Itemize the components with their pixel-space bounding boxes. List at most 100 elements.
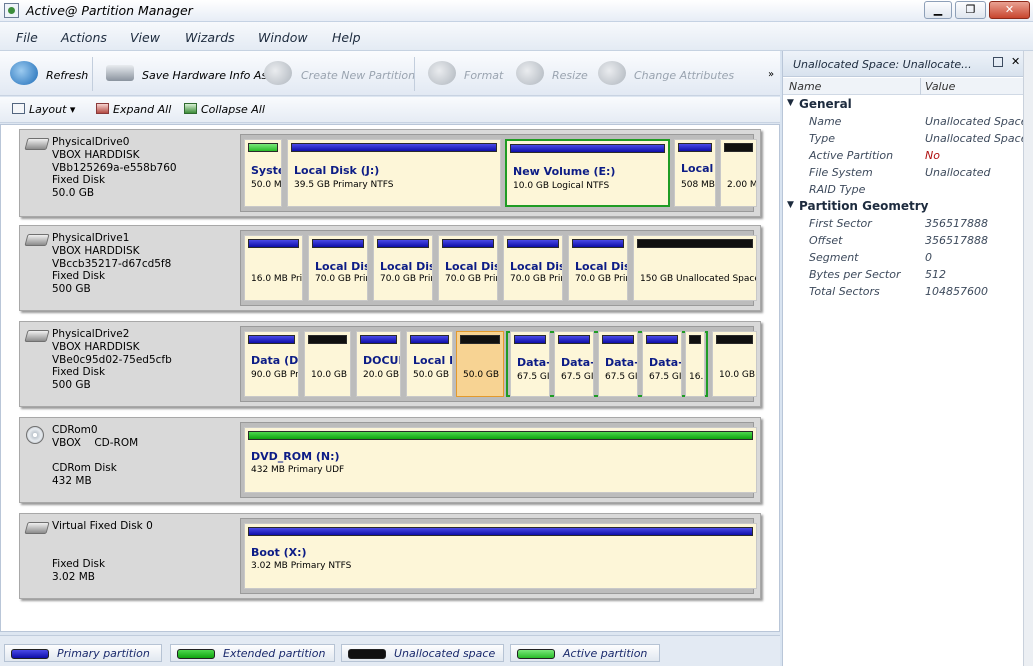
- legend-swatch: [517, 649, 555, 659]
- partition-name: DVD_ROM (N:): [251, 450, 340, 463]
- category-partition-geometry[interactable]: ▼ Partition Geometry: [783, 198, 1024, 215]
- property-row[interactable]: Bytes per Sector 512: [783, 266, 1024, 283]
- partition-block[interactable]: Local Disl 70.0 GB Prin: [503, 235, 563, 301]
- partition-block[interactable]: 10.0 GB: [712, 331, 757, 397]
- vertical-scrollbar[interactable]: [1023, 51, 1033, 666]
- resize-label: Resize: [552, 69, 588, 82]
- disk-row-cdrom0[interactable]: CDRom0 VBOX CD-ROM CDRom Disk 432 MB DVD…: [19, 417, 761, 503]
- partition-name: Local Disl: [575, 260, 627, 273]
- chevron-down-icon: ▾: [66, 103, 76, 116]
- column-divider[interactable]: [920, 78, 921, 95]
- property-name: First Sector: [809, 217, 872, 230]
- partition-block[interactable]: Local Disl 70.0 GB Prin: [568, 235, 628, 301]
- collapse-all-button[interactable]: Collapse All: [184, 103, 265, 116]
- partition-details: 67.5 GI: [605, 372, 638, 382]
- partition-details: 50.0 GB: [463, 370, 500, 380]
- partition-block[interactable]: Data (D:) 90.0 GB Pri: [244, 331, 299, 397]
- property-row[interactable]: RAID Type: [783, 181, 1024, 198]
- menu-wizards[interactable]: Wizards: [185, 30, 235, 45]
- partition-block[interactable]: Local Disk (J:) 39.5 GB Primary NTFS: [287, 139, 501, 207]
- partition-block[interactable]: DVD_ROM (N:) 432 MB Primary UDF: [244, 427, 757, 493]
- disk-row-physicaldrive2[interactable]: PhysicalDrive2 VBOX HARDDISK VBe0c95d02-…: [19, 321, 761, 407]
- format-button[interactable]: Format: [428, 59, 508, 89]
- property-row[interactable]: Active Partition No: [783, 147, 1024, 164]
- property-name: Name: [809, 115, 842, 128]
- menu-view[interactable]: View: [130, 30, 160, 45]
- disk-row-physicaldrive1[interactable]: PhysicalDrive1 VBOX HARDDISK VBccb35217-…: [19, 225, 761, 311]
- partition-type-bar: [377, 239, 429, 248]
- partition-block[interactable]: Local Disl 70.0 GB Prin: [373, 235, 433, 301]
- property-name: Segment: [809, 251, 859, 264]
- property-value: Unallocated: [925, 166, 991, 179]
- menu-window[interactable]: Window: [258, 30, 308, 45]
- toolbar-overflow-icon[interactable]: »: [768, 69, 774, 80]
- partition-details: 67.5 GI: [649, 372, 682, 382]
- property-row[interactable]: Name Unallocated Space: [783, 113, 1027, 130]
- partition-block[interactable]: 10.0 GB: [304, 331, 351, 397]
- hard-disk-icon: [24, 234, 50, 246]
- property-row[interactable]: First Sector 356517888: [783, 215, 1024, 232]
- cd-rom-icon: [26, 426, 44, 444]
- partition-strip: Data (D:) 90.0 GB Pri 10.0 GB DOCUM 20.0…: [240, 326, 757, 402]
- layout-dropdown[interactable]: Layout ▾: [12, 103, 75, 116]
- column-name[interactable]: Name: [789, 80, 821, 93]
- save-hardware-info-label: Save Hardware Info As: [142, 69, 268, 82]
- partition-block[interactable]: DOCUM 20.0 GB: [356, 331, 401, 397]
- partition-block[interactable]: 150 GB Unallocated Space: [633, 235, 757, 301]
- partition-block[interactable]: 2.00 M: [720, 139, 757, 207]
- partition-type-bar: [410, 335, 449, 344]
- partition-name: Local: [681, 162, 714, 175]
- partition-block[interactable]: Local Disl 70.0 GB Prin: [308, 235, 368, 301]
- expand-all-button[interactable]: Expand All: [96, 103, 171, 116]
- partition-block[interactable]: Local D 50.0 GB: [406, 331, 453, 397]
- partition-name: Data-: [517, 356, 550, 369]
- partition-name: DOCUM: [363, 354, 400, 367]
- partition-block[interactable]: Data- 67.5 GI: [642, 331, 682, 397]
- partition-block[interactable]: Local 508 MB: [674, 139, 716, 207]
- save-hardware-info-button[interactable]: Save Hardware Info As: [106, 59, 267, 89]
- partition-details: 50.0 GB: [413, 370, 450, 380]
- view-toolbar: Layout ▾ Expand All Collapse All: [0, 97, 780, 123]
- property-row[interactable]: Offset 356517888: [783, 232, 1024, 249]
- legend-label: Active partition: [563, 647, 648, 660]
- partition-block[interactable]: Local Disl 70.0 GB Prin: [438, 235, 498, 301]
- partition-block[interactable]: Data- 67.5 GI: [598, 331, 638, 397]
- expand-all-label: Expand All: [113, 103, 172, 116]
- partition-type-bar: [646, 335, 678, 344]
- property-row[interactable]: File System Unallocated: [783, 164, 1024, 181]
- change-attributes-button[interactable]: Change Attributes: [598, 59, 734, 89]
- partition-block[interactable]: Boot (X:) 3.02 MB Primary NTFS: [244, 523, 757, 589]
- partition-details: 67.5 GI: [561, 372, 594, 382]
- partition-details: 67.5 GI: [517, 372, 550, 382]
- legend: Primary partition Extended partition Una…: [0, 635, 780, 666]
- maximize-button[interactable]: ❐: [955, 1, 986, 19]
- partition-name: Local Disl: [445, 260, 497, 273]
- property-row[interactable]: Total Sectors 104857600: [783, 283, 1024, 300]
- partition-block[interactable]: Data- 67.5 GI: [510, 331, 550, 397]
- partition-block[interactable]: 16.: [685, 331, 705, 397]
- property-row[interactable]: Segment 0: [783, 249, 1024, 266]
- partition-details: 39.5 GB Primary NTFS: [294, 180, 394, 190]
- pin-icon[interactable]: [993, 57, 1003, 67]
- disk-row-physicaldrive0[interactable]: PhysicalDrive0 VBOX HARDDISK VBb125269a-…: [19, 129, 761, 217]
- resize-button[interactable]: Resize: [516, 59, 588, 89]
- close-icon[interactable]: ✕: [1011, 55, 1020, 68]
- layout-label: Layout: [29, 103, 67, 116]
- create-partition-icon: [264, 61, 292, 85]
- partition-block[interactable]: New Volume (E:) 10.0 GB Logical NTFS: [505, 139, 670, 207]
- category-general[interactable]: ▼ General: [783, 96, 1024, 113]
- partition-block[interactable]: Syste 50.0 ME: [244, 139, 282, 207]
- create-partition-button[interactable]: Create New Partition: [264, 59, 415, 89]
- partition-block-selected[interactable]: 50.0 GB: [456, 331, 504, 397]
- property-row[interactable]: Type Unallocated Space: [783, 130, 1027, 147]
- minimize-button[interactable]: ▁: [924, 1, 952, 19]
- disk-row-virtual-fixed-disk[interactable]: Virtual Fixed Disk 0 Fixed Disk 3.02 MB …: [19, 513, 761, 599]
- menu-help[interactable]: Help: [332, 30, 361, 45]
- partition-block[interactable]: 16.0 MB Prin: [244, 235, 303, 301]
- menu-file[interactable]: File: [16, 30, 38, 45]
- partition-block[interactable]: Data- 67.5 GI: [554, 331, 594, 397]
- close-button[interactable]: ✕: [989, 1, 1030, 19]
- menu-actions[interactable]: Actions: [61, 30, 107, 45]
- refresh-button[interactable]: Refresh: [10, 59, 88, 89]
- column-value[interactable]: Value: [925, 80, 955, 93]
